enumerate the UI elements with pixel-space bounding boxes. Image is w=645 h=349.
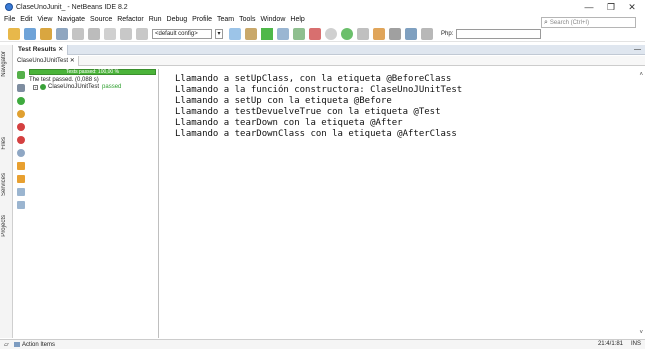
menu-file[interactable]: File — [4, 16, 15, 23]
menu-debug[interactable]: Debug — [167, 16, 188, 23]
failure-filter-icon[interactable] — [17, 136, 25, 144]
rerun-icon[interactable] — [17, 71, 25, 79]
previous-failure-icon[interactable] — [17, 162, 25, 170]
scroll-up-icon[interactable]: ˄ — [639, 72, 643, 78]
passed-filter-icon[interactable] — [17, 97, 25, 105]
test-output[interactable]: Llamando a setUpClass, con la etiqueta @… — [163, 70, 631, 338]
output-line: Llamando a tearDownClass con la etiqueta… — [175, 129, 457, 139]
statistics-icon[interactable] — [17, 201, 25, 209]
run-icon[interactable] — [261, 27, 273, 40]
action-items-label: Action Items — [22, 341, 56, 348]
status-bar: ▱ Action Items 21:4/1:81 INS — [0, 339, 645, 349]
redo-icon[interactable] — [136, 27, 148, 40]
record-icon[interactable] — [325, 27, 337, 40]
menu-team[interactable]: Team — [217, 16, 234, 23]
save-all-icon[interactable] — [56, 27, 68, 40]
config-select[interactable]: <default config> — [152, 28, 212, 39]
tab-navigator[interactable]: Navigator — [1, 51, 7, 77]
side-tab-strip: Navigator Files Services Projects — [0, 45, 13, 338]
results-header: Test Results ✕ — — [14, 44, 645, 55]
test-summary: The test passed. (0,088 s) — [29, 77, 99, 83]
menu-tools[interactable]: Tools — [239, 16, 255, 23]
output-line: Llamando a tearDown con la etiqueta @Aft… — [175, 118, 403, 128]
tree-node-label: ClaseUnoJUnitTest — [48, 84, 100, 90]
warning-filter-icon[interactable] — [17, 110, 25, 118]
error-filter-icon[interactable] — [17, 123, 25, 131]
paste-icon[interactable] — [104, 27, 116, 40]
tab-projects[interactable]: Projects — [1, 215, 7, 237]
tools-icon[interactable] — [389, 27, 401, 40]
output-line: Llamando a setUpClass, con la etiqueta @… — [175, 74, 452, 84]
results-tree-panel: Tests passed: 100,00 % The test passed. … — [29, 69, 159, 338]
menu-navigate[interactable]: Navigate — [57, 16, 85, 23]
build-icon[interactable] — [245, 27, 257, 40]
action-items-icon — [14, 342, 20, 347]
copy-icon[interactable] — [88, 27, 100, 40]
results-subtabs: ClaseUnoJUnitTest ✕ — [14, 55, 645, 66]
skipped-filter-icon[interactable] — [17, 149, 25, 157]
subtab-label: ClaseUnoJUnitTest — [17, 57, 69, 64]
undo-icon[interactable] — [120, 27, 132, 40]
cut-icon[interactable] — [72, 27, 84, 40]
tab-services[interactable]: Services — [1, 173, 7, 196]
tab-claseunojunittest[interactable]: ClaseUnoJUnitTest ✕ — [14, 55, 79, 66]
menu-edit[interactable]: Edit — [20, 16, 32, 23]
notification-icon[interactable]: ▱ — [4, 341, 9, 348]
progress-bar: Tests passed: 100,00 % — [29, 69, 156, 75]
open-project-icon[interactable] — [40, 27, 52, 40]
progress-text: Tests passed: 100,00 % — [65, 69, 120, 75]
tab-test-results-label: Test Results — [18, 45, 57, 53]
php-input[interactable] — [456, 28, 542, 39]
menu-source[interactable]: Source — [90, 16, 112, 23]
insert-mode: INS — [630, 341, 641, 347]
expand-icon[interactable]: + — [33, 84, 38, 90]
new-project-icon[interactable] — [24, 27, 36, 40]
chevron-down-icon[interactable]: ▾ — [215, 28, 223, 39]
debug-icon[interactable] — [277, 27, 289, 40]
globe-icon[interactable] — [341, 27, 353, 40]
minimize-button[interactable]: — — [579, 1, 599, 13]
tab-files[interactable]: Files — [1, 137, 7, 150]
output-icon[interactable] — [17, 188, 25, 196]
menu-window[interactable]: Window — [260, 16, 285, 23]
menu-help[interactable]: Help — [290, 16, 304, 23]
stop-icon[interactable] — [309, 27, 321, 40]
menu-run[interactable]: Run — [149, 16, 162, 23]
clean-build-icon[interactable] — [229, 27, 241, 40]
netbeans-icon — [5, 3, 13, 11]
caret-position: 21:4/1:81 — [597, 341, 623, 347]
scroll-down-icon[interactable]: ˅ — [639, 330, 643, 336]
output-line: Llamando a setUp con la etiqueta @Before — [175, 96, 392, 106]
tab-test-results[interactable]: Test Results ✕ — [14, 44, 69, 55]
window-icon[interactable] — [421, 27, 433, 40]
output-scrollbar[interactable]: ˄ ˅ — [636, 66, 645, 338]
output-line: Llamando a la función constructora: Clas… — [175, 85, 463, 95]
people-icon[interactable] — [405, 27, 417, 40]
menu-refactor[interactable]: Refactor — [117, 16, 143, 23]
close-button[interactable]: ✕ — [622, 1, 642, 13]
toolbar: <default config> ▾ Php: — [0, 26, 645, 42]
new-file-icon[interactable] — [8, 27, 20, 40]
title-bar: ClaseUnoJunit_ - NetBeans IDE 8.2 — ❐ ✕ — [0, 0, 645, 14]
menu-profile[interactable]: Profile — [192, 16, 212, 23]
tree-node-test-class[interactable]: + ClaseUnoJUnitTest passed — [33, 84, 158, 90]
git-icon[interactable] — [357, 27, 369, 40]
rerun-failed-icon[interactable] — [17, 84, 25, 92]
menu-bar: File Edit View Navigate Source Refactor … — [0, 14, 645, 28]
profile-icon[interactable] — [293, 27, 305, 40]
test-actions — [16, 69, 28, 214]
window-title: ClaseUnoJunit_ - NetBeans IDE 8.2 — [16, 3, 128, 11]
next-failure-icon[interactable] — [17, 175, 25, 183]
action-items-button[interactable]: Action Items — [14, 342, 55, 348]
passed-check-icon — [40, 84, 46, 90]
php-label: Php: — [441, 30, 454, 37]
search-placeholder: Search (Ctrl+I) — [549, 19, 590, 26]
output-line: Llamando a testDevuelveTrue con la etiqu… — [175, 107, 441, 117]
menu-view[interactable]: View — [37, 16, 52, 23]
minimize-panel-icon[interactable]: — — [634, 46, 641, 53]
tree-node-status: passed — [102, 84, 122, 90]
chart-icon[interactable] — [373, 27, 385, 40]
maximize-button[interactable]: ❐ — [601, 1, 621, 13]
